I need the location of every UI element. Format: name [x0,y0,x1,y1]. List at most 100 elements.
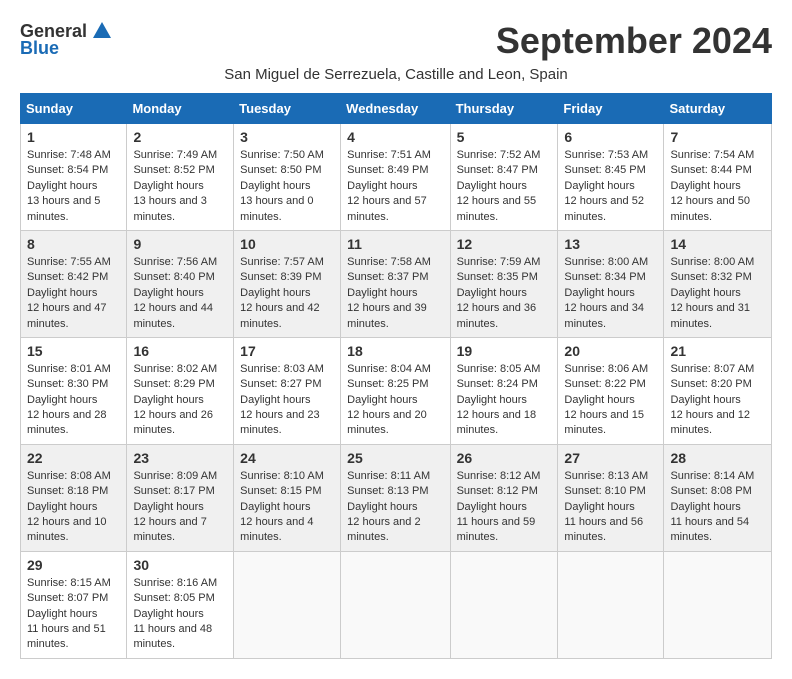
day-info: Sunrise: 7:53 AM Sunset: 8:45 PM Dayligh… [564,148,657,225]
day-info: Sunrise: 8:09 AM Sunset: 8:17 PM Dayligh… [133,469,227,546]
calendar-cell: 24 Sunrise: 8:10 AM Sunset: 8:15 PM Dayl… [234,444,341,551]
day-number: 12 [457,236,552,252]
calendar-cell: 21 Sunrise: 8:07 AM Sunset: 8:20 PM Dayl… [664,337,772,444]
day-number: 25 [347,450,443,466]
calendar-week-row: 1 Sunrise: 7:48 AM Sunset: 8:54 PM Dayli… [21,124,772,231]
logo-icon [91,20,113,42]
day-info: Sunrise: 8:01 AM Sunset: 8:30 PM Dayligh… [27,362,120,439]
calendar-cell: 7 Sunrise: 7:54 AM Sunset: 8:44 PM Dayli… [664,124,772,231]
calendar-cell: 28 Sunrise: 8:14 AM Sunset: 8:08 PM Dayl… [664,444,772,551]
day-info: Sunrise: 8:10 AM Sunset: 8:15 PM Dayligh… [240,469,334,546]
day-number: 9 [133,236,227,252]
day-info: Sunrise: 8:04 AM Sunset: 8:25 PM Dayligh… [347,362,443,439]
calendar-header-row: Sunday Monday Tuesday Wednesday Thursday… [21,94,772,124]
day-number: 2 [133,129,227,145]
day-info: Sunrise: 7:59 AM Sunset: 8:35 PM Dayligh… [457,255,552,332]
day-number: 30 [133,557,227,573]
day-info: Sunrise: 7:49 AM Sunset: 8:52 PM Dayligh… [133,148,227,225]
day-info: Sunrise: 7:58 AM Sunset: 8:37 PM Dayligh… [347,255,443,332]
day-info: Sunrise: 8:00 AM Sunset: 8:32 PM Dayligh… [670,255,765,332]
calendar-cell [450,551,558,658]
day-info: Sunrise: 7:48 AM Sunset: 8:54 PM Dayligh… [27,148,120,225]
logo: General Blue [20,20,113,59]
day-info: Sunrise: 8:08 AM Sunset: 8:18 PM Dayligh… [27,469,120,546]
calendar-cell: 29 Sunrise: 8:15 AM Sunset: 8:07 PM Dayl… [21,551,127,658]
day-number: 3 [240,129,334,145]
day-number: 16 [133,343,227,359]
day-info: Sunrise: 7:55 AM Sunset: 8:42 PM Dayligh… [27,255,120,332]
calendar-cell: 16 Sunrise: 8:02 AM Sunset: 8:29 PM Dayl… [127,337,234,444]
day-info: Sunrise: 7:51 AM Sunset: 8:49 PM Dayligh… [347,148,443,225]
day-number: 6 [564,129,657,145]
calendar-cell: 14 Sunrise: 8:00 AM Sunset: 8:32 PM Dayl… [664,230,772,337]
calendar-cell: 2 Sunrise: 7:49 AM Sunset: 8:52 PM Dayli… [127,124,234,231]
day-info: Sunrise: 7:57 AM Sunset: 8:39 PM Dayligh… [240,255,334,332]
day-number: 28 [670,450,765,466]
calendar-cell: 26 Sunrise: 8:12 AM Sunset: 8:12 PM Dayl… [450,444,558,551]
calendar-cell: 15 Sunrise: 8:01 AM Sunset: 8:30 PM Dayl… [21,337,127,444]
month-title: September 2024 [496,20,772,62]
day-info: Sunrise: 7:52 AM Sunset: 8:47 PM Dayligh… [457,148,552,225]
col-thursday: Thursday [450,94,558,124]
day-number: 24 [240,450,334,466]
day-number: 29 [27,557,120,573]
calendar-cell: 27 Sunrise: 8:13 AM Sunset: 8:10 PM Dayl… [558,444,664,551]
page-header: General Blue September 2024 [20,20,772,62]
day-info: Sunrise: 7:56 AM Sunset: 8:40 PM Dayligh… [133,255,227,332]
day-info: Sunrise: 8:03 AM Sunset: 8:27 PM Dayligh… [240,362,334,439]
calendar-cell: 11 Sunrise: 7:58 AM Sunset: 8:37 PM Dayl… [341,230,450,337]
day-info: Sunrise: 8:16 AM Sunset: 8:05 PM Dayligh… [133,576,227,653]
calendar-cell: 23 Sunrise: 8:09 AM Sunset: 8:17 PM Dayl… [127,444,234,551]
day-number: 4 [347,129,443,145]
day-number: 1 [27,129,120,145]
day-info: Sunrise: 8:13 AM Sunset: 8:10 PM Dayligh… [564,469,657,546]
day-number: 22 [27,450,120,466]
day-number: 23 [133,450,227,466]
day-info: Sunrise: 8:06 AM Sunset: 8:22 PM Dayligh… [564,362,657,439]
col-friday: Friday [558,94,664,124]
day-number: 19 [457,343,552,359]
day-info: Sunrise: 8:12 AM Sunset: 8:12 PM Dayligh… [457,469,552,546]
day-number: 27 [564,450,657,466]
calendar-cell: 8 Sunrise: 7:55 AM Sunset: 8:42 PM Dayli… [21,230,127,337]
calendar-cell: 18 Sunrise: 8:04 AM Sunset: 8:25 PM Dayl… [341,337,450,444]
calendar-cell [558,551,664,658]
calendar-cell: 13 Sunrise: 8:00 AM Sunset: 8:34 PM Dayl… [558,230,664,337]
calendar-cell: 4 Sunrise: 7:51 AM Sunset: 8:49 PM Dayli… [341,124,450,231]
calendar-week-row: 8 Sunrise: 7:55 AM Sunset: 8:42 PM Dayli… [21,230,772,337]
col-saturday: Saturday [664,94,772,124]
calendar-cell: 10 Sunrise: 7:57 AM Sunset: 8:39 PM Dayl… [234,230,341,337]
day-number: 13 [564,236,657,252]
location-title: San Miguel de Serrezuela, Castille and L… [20,66,772,83]
calendar-cell: 6 Sunrise: 7:53 AM Sunset: 8:45 PM Dayli… [558,124,664,231]
calendar-week-row: 29 Sunrise: 8:15 AM Sunset: 8:07 PM Dayl… [21,551,772,658]
day-number: 26 [457,450,552,466]
calendar-cell: 25 Sunrise: 8:11 AM Sunset: 8:13 PM Dayl… [341,444,450,551]
day-number: 11 [347,236,443,252]
calendar-cell [664,551,772,658]
col-sunday: Sunday [21,94,127,124]
day-number: 18 [347,343,443,359]
col-tuesday: Tuesday [234,94,341,124]
day-info: Sunrise: 8:00 AM Sunset: 8:34 PM Dayligh… [564,255,657,332]
day-info: Sunrise: 7:54 AM Sunset: 8:44 PM Dayligh… [670,148,765,225]
calendar-cell: 22 Sunrise: 8:08 AM Sunset: 8:18 PM Dayl… [21,444,127,551]
col-monday: Monday [127,94,234,124]
day-info: Sunrise: 8:11 AM Sunset: 8:13 PM Dayligh… [347,469,443,546]
day-number: 5 [457,129,552,145]
col-wednesday: Wednesday [341,94,450,124]
calendar-cell: 5 Sunrise: 7:52 AM Sunset: 8:47 PM Dayli… [450,124,558,231]
day-info: Sunrise: 7:50 AM Sunset: 8:50 PM Dayligh… [240,148,334,225]
calendar-cell: 1 Sunrise: 7:48 AM Sunset: 8:54 PM Dayli… [21,124,127,231]
day-info: Sunrise: 8:05 AM Sunset: 8:24 PM Dayligh… [457,362,552,439]
day-number: 15 [27,343,120,359]
day-info: Sunrise: 8:07 AM Sunset: 8:20 PM Dayligh… [670,362,765,439]
day-number: 8 [27,236,120,252]
calendar-cell: 3 Sunrise: 7:50 AM Sunset: 8:50 PM Dayli… [234,124,341,231]
day-number: 14 [670,236,765,252]
day-number: 20 [564,343,657,359]
day-info: Sunrise: 8:02 AM Sunset: 8:29 PM Dayligh… [133,362,227,439]
day-number: 21 [670,343,765,359]
calendar-table: Sunday Monday Tuesday Wednesday Thursday… [20,93,772,659]
calendar-cell [341,551,450,658]
